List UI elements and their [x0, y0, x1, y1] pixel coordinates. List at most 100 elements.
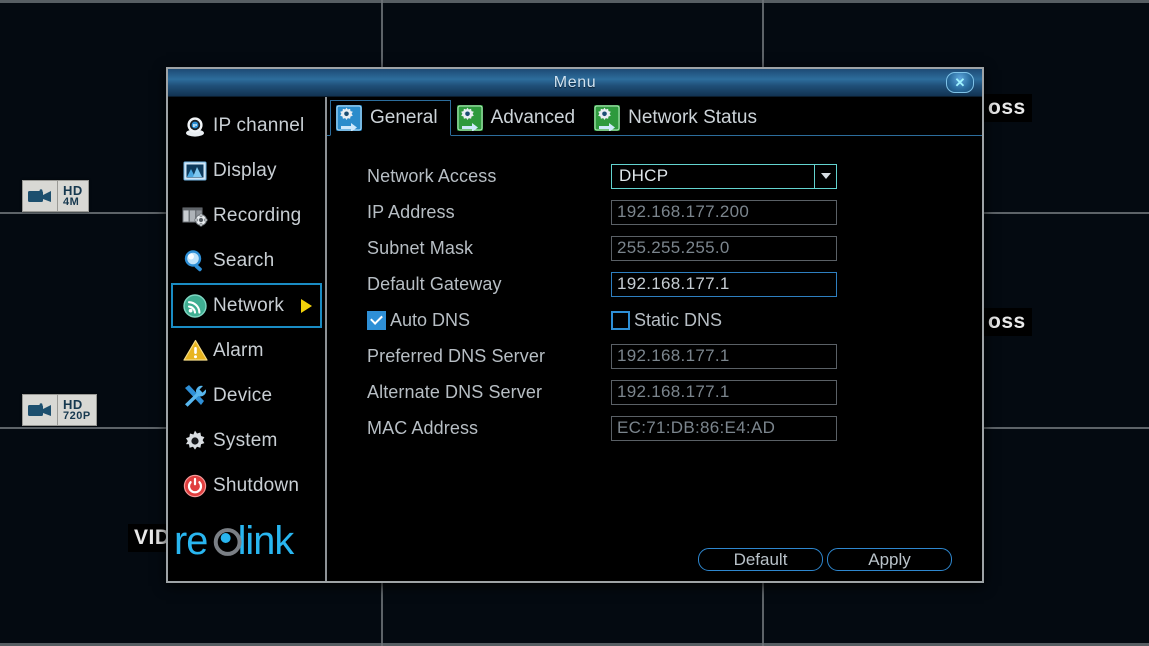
video-overlay-label: oss [982, 308, 1032, 337]
sidebar-item-display[interactable]: Display [171, 148, 322, 193]
svg-text:IP: IP [193, 123, 197, 128]
close-icon[interactable]: ✕ [946, 72, 974, 93]
camera-badge: HD 4M [22, 180, 89, 212]
camera-badge-text: HD 4M [58, 181, 88, 211]
tab-label: Network Status [628, 106, 757, 128]
alternate-dns-input[interactable]: 192.168.177.1 [611, 379, 837, 405]
magnifier-icon [182, 248, 208, 274]
subnet-mask-value: 255.255.255.0 [617, 238, 730, 257]
apply-button-label: Apply [868, 549, 911, 569]
sidebar-item-label: IP channel [213, 114, 305, 136]
sidebar-item-label: Shutdown [213, 474, 300, 496]
tab-label: General [370, 107, 438, 128]
auto-dns-label: Auto DNS [390, 309, 471, 330]
tools-icon [182, 383, 208, 409]
tab-label: Advanced [490, 106, 576, 128]
window-title: Menu [553, 73, 597, 91]
ip-address-value: 192.168.177.200 [617, 202, 750, 221]
camera-badge-text: HD 720P [58, 395, 96, 425]
power-icon [182, 473, 208, 499]
tab-bar: General Advanced Network Status [327, 97, 982, 136]
action-button-bar: Default Apply [698, 548, 952, 571]
video-camera-icon [23, 181, 58, 211]
network-general-form: Network Access DHCP IP Address 192.168.1… [327, 136, 982, 581]
default-button-label: Default [733, 549, 788, 569]
sidebar-item-label: Display [213, 159, 277, 181]
video-camera-icon [23, 395, 58, 425]
gear-arrow-green-icon [456, 104, 483, 132]
window-title-bar: Menu ✕ [168, 69, 982, 97]
form-row-preferred-dns: Preferred DNS Server 192.168.177.1 [327, 338, 982, 374]
default-gateway-label: Default Gateway [367, 273, 502, 294]
network-access-label: Network Access [367, 165, 497, 186]
alternate-dns-value: 192.168.177.1 [617, 382, 730, 401]
gear-arrow-green-icon [594, 104, 621, 132]
form-row-default-gateway: Default Gateway 192.168.177.1 [327, 266, 982, 302]
sidebar-item-device[interactable]: Device [171, 373, 322, 418]
form-row-alternate-dns: Alternate DNS Server 192.168.177.1 [327, 374, 982, 410]
form-row-subnet-mask: Subnet Mask 255.255.255.0 [327, 230, 982, 266]
wall-edge-top [0, 0, 1149, 3]
sidebar-item-network[interactable]: Network [171, 283, 322, 328]
sidebar-item-ip-channel[interactable]: IP IP channel [171, 103, 322, 148]
video-overlay-label: oss [982, 94, 1032, 123]
sidebar-item-recording[interactable]: Recording [171, 193, 322, 238]
sidebar-item-shutdown[interactable]: Shutdown [171, 463, 322, 508]
mac-address-label: MAC Address [367, 417, 479, 438]
default-gateway-input[interactable]: 192.168.177.1 [611, 271, 837, 297]
preferred-dns-input[interactable]: 192.168.177.1 [611, 343, 837, 369]
checkbox-unchecked-icon [611, 310, 630, 330]
ip-address-input[interactable]: 192.168.177.200 [611, 199, 837, 225]
mac-address-value-box: EC:71:DB:86:E4:AD [611, 415, 837, 441]
gear-icon [182, 428, 208, 454]
tab-network-status[interactable]: Network Status [588, 99, 770, 135]
form-row-ip-address: IP Address 192.168.177.200 [327, 194, 982, 230]
sidebar-item-alarm[interactable]: Alarm [171, 328, 322, 373]
sidebar-item-label: Network [213, 294, 285, 316]
auto-dns-checkbox[interactable]: Auto DNS [367, 310, 611, 331]
camera-badge-res: 4M [63, 196, 80, 208]
svg-text:link: link [238, 520, 295, 562]
menu-window: Menu ✕ IP IP channel Display Recording S… [166, 67, 984, 583]
close-glyph: ✕ [954, 75, 966, 90]
wifi-signal-icon [182, 293, 208, 319]
apply-button[interactable]: Apply [827, 548, 952, 571]
default-button[interactable]: Default [698, 548, 823, 571]
sidebar-item-search[interactable]: Search [171, 238, 322, 283]
warning-icon [182, 338, 208, 364]
sidebar: IP IP channel Display Recording Search N… [168, 97, 327, 581]
form-row-mac-address: MAC Address EC:71:DB:86:E4:AD [327, 410, 982, 446]
camera-badge-res: 720P [63, 410, 91, 422]
tab-general[interactable]: General [330, 100, 451, 136]
form-row-network-access: Network Access DHCP [327, 158, 982, 194]
recording-icon [182, 203, 208, 229]
subnet-mask-label: Subnet Mask [367, 237, 474, 258]
preferred-dns-label: Preferred DNS Server [367, 345, 546, 366]
sidebar-item-label: System [213, 429, 278, 451]
network-access-value: DHCP [619, 166, 669, 185]
dns-mode-row: Auto DNS Static DNS [327, 302, 982, 338]
sidebar-item-system[interactable]: System [171, 418, 322, 463]
ip-camera-icon: IP [182, 113, 208, 139]
sidebar-item-label: Recording [213, 204, 302, 226]
camera-badge: HD 720P [22, 394, 97, 426]
sidebar-item-label: Alarm [213, 339, 264, 361]
alternate-dns-label: Alternate DNS Server [367, 381, 543, 402]
static-dns-checkbox[interactable]: Static DNS [611, 310, 722, 331]
subnet-mask-input[interactable]: 255.255.255.0 [611, 235, 837, 261]
content-panel: General Advanced Network Status Network … [327, 97, 982, 581]
chevron-right-icon [301, 298, 312, 313]
sidebar-item-label: Search [213, 249, 275, 271]
chevron-down-icon[interactable] [814, 164, 836, 188]
tab-advanced[interactable]: Advanced [451, 99, 589, 135]
default-gateway-value: 192.168.177.1 [617, 274, 730, 293]
svg-text:re: re [176, 520, 207, 562]
sidebar-item-label: Device [213, 384, 273, 406]
checkbox-checked-icon [367, 310, 386, 330]
ip-address-label: IP Address [367, 201, 455, 222]
window-body: IP IP channel Display Recording Search N… [168, 97, 982, 581]
reolink-logo: re link [168, 518, 325, 564]
network-access-select[interactable]: DHCP [611, 163, 837, 189]
display-icon [182, 158, 208, 184]
mac-address-value: EC:71:DB:86:E4:AD [617, 418, 776, 437]
